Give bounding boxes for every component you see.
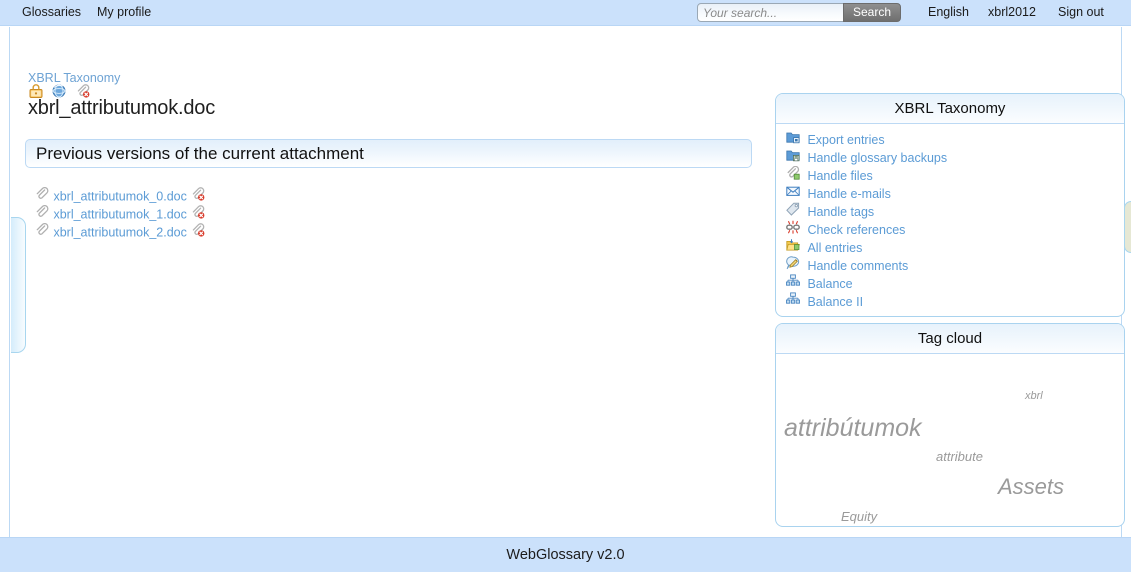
menu-item-label: Export entries: [807, 132, 885, 147]
broken-link-icon: [786, 220, 800, 239]
menu-item-label: Handle comments: [807, 258, 909, 273]
folder-open-icon: [786, 238, 800, 257]
delete-attachment-icon[interactable]: [191, 223, 205, 242]
page-container: XBRL Taxonomy xbrl_attributumok.doc Prev…: [9, 27, 1131, 537]
paperclip-icon: [35, 222, 49, 242]
page-title: xbrl_attributumok.doc: [28, 97, 216, 119]
top-bar: Glossaries My profile Search English xbr…: [0, 0, 1131, 26]
search-input[interactable]: [697, 3, 844, 22]
menu-item-check-references[interactable]: Check references: [786, 220, 1124, 238]
footer-bar: WebGlossary v2.0: [0, 537, 1131, 572]
menu-item-handle-tags[interactable]: Handle tags: [786, 202, 1124, 220]
panel-title: XBRL Taxonomy: [776, 94, 1124, 124]
tag-icon: [786, 202, 800, 221]
tag-cloud-item[interactable]: Assets: [998, 474, 1064, 500]
menu-item-label: Balance II: [807, 294, 864, 309]
menu-item-label: Check references: [807, 222, 906, 237]
comment-pencil-icon: [786, 256, 800, 275]
nav-item-my-profile[interactable]: My profile: [97, 5, 151, 19]
menu-item-label: Handle e-mails: [807, 186, 891, 201]
menu-item-all-entries[interactable]: All entries: [786, 238, 1124, 256]
breadcrumb[interactable]: XBRL Taxonomy: [28, 71, 120, 85]
nav-item-glossaries[interactable]: Glossaries: [22, 5, 81, 19]
tag-cloud-panel: Tag cloud xbrl attribútumok attribute As…: [775, 323, 1125, 527]
paperclip-green-icon: [786, 165, 800, 185]
folder-save-icon: [786, 148, 800, 167]
search-button[interactable]: Search: [843, 3, 902, 22]
menu-item-label: Handle glossary backups: [807, 150, 948, 165]
menu-item-handle-comments[interactable]: Handle comments: [786, 256, 1124, 274]
menu-item-label: Balance: [807, 276, 853, 291]
right-panel-toggle-tab[interactable]: [1124, 201, 1131, 253]
attachment-link[interactable]: xbrl_attributumok_1.doc: [53, 208, 186, 222]
attachment-link[interactable]: xbrl_attributumok_2.doc: [53, 226, 186, 240]
sign-out-link[interactable]: Sign out: [1058, 5, 1104, 19]
xbrl-taxonomy-panel: XBRL Taxonomy Export entries Handle glos…: [775, 93, 1125, 317]
menu-item-label: Handle tags: [807, 204, 875, 219]
menu-item-handle-glossary-backups[interactable]: Handle glossary backups: [786, 148, 1124, 166]
envelope-icon: [786, 184, 800, 203]
paperclip-icon: [35, 186, 49, 206]
list-item: xbrl_attributumok_2.doc: [35, 222, 205, 242]
menu-item-balance[interactable]: Balance: [786, 274, 1124, 292]
footer-text: WebGlossary v2.0: [506, 547, 625, 563]
org-chart-icon: [786, 274, 800, 293]
menu-item-label: All entries: [807, 240, 863, 255]
delete-attachment-icon[interactable]: [191, 187, 205, 206]
folder-export-icon: [786, 130, 800, 149]
org-chart-icon: [786, 292, 800, 311]
menu-item-label: Handle files: [807, 168, 873, 183]
list-item: xbrl_attributumok_0.doc: [35, 186, 205, 206]
attachment-link[interactable]: xbrl_attributumok_0.doc: [53, 190, 186, 204]
tag-cloud-item[interactable]: attribútumok: [784, 414, 922, 443]
username-link[interactable]: xbrl2012: [988, 5, 1036, 19]
menu-item-handle-files[interactable]: Handle files: [786, 165, 1124, 185]
menu-item-balance-ii[interactable]: Balance II: [786, 292, 1124, 310]
paperclip-icon: [35, 204, 49, 224]
tag-cloud-item[interactable]: Equity: [841, 509, 877, 524]
section-title: Previous versions of the current attachm…: [36, 144, 364, 163]
tag-cloud-item[interactable]: attribute: [936, 449, 983, 464]
tag-cloud-area: xbrl attribútumok attribute Assets Equit…: [776, 354, 1124, 526]
delete-attachment-icon[interactable]: [191, 205, 205, 224]
menu-item-export-entries[interactable]: Export entries: [786, 130, 1124, 148]
section-header-box: Previous versions of the current attachm…: [25, 139, 752, 168]
panel-title: Tag cloud: [776, 324, 1124, 354]
menu-item-handle-emails[interactable]: Handle e-mails: [786, 184, 1124, 202]
language-link[interactable]: English: [928, 5, 969, 19]
search-box: Search: [697, 3, 902, 22]
left-panel-toggle-tab[interactable]: [11, 217, 26, 353]
tag-cloud-item[interactable]: xbrl: [1025, 390, 1043, 402]
list-item: xbrl_attributumok_1.doc: [35, 204, 205, 224]
panel-menu-list: Export entries Handle glossary backups H…: [776, 124, 1124, 310]
attachment-list: xbrl_attributumok_0.doc xbrl_attributumo…: [35, 186, 205, 242]
